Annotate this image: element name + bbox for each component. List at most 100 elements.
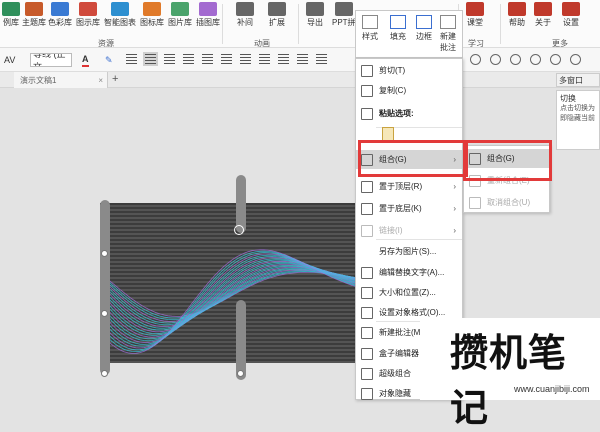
menu-item-label: 超级组合	[379, 369, 411, 378]
ribbon-button[interactable]: 图片库	[168, 2, 192, 28]
circle-tool-icon[interactable]	[550, 54, 561, 65]
alt-text-icon	[361, 266, 373, 279]
watermark-logo: 攒机笔记	[450, 331, 568, 430]
multi-window-button[interactable]: 多窗口	[556, 73, 600, 87]
ribbon-icon	[268, 2, 286, 16]
ribbon-button-label: 例库	[3, 18, 19, 27]
menu-item[interactable]: 剪切(T)	[356, 61, 462, 80]
close-icon[interactable]: ×	[98, 76, 103, 85]
menu-item[interactable]: 复制(C)	[356, 81, 462, 100]
menu-item-label: 复制(C)	[379, 86, 407, 95]
ribbon-icon	[111, 2, 129, 16]
ribbon-button[interactable]: PPT拼	[332, 2, 356, 28]
ribbon-button[interactable]: 例库	[2, 2, 20, 28]
numbering-icon[interactable]	[240, 54, 251, 64]
ribbon-icon	[171, 2, 189, 16]
annotation-box	[358, 140, 468, 177]
menu-item-label: 大小和位置(Z)...	[379, 288, 436, 297]
menu-item[interactable]: 另存为图片(S)...	[356, 242, 462, 261]
ribbon-button[interactable]: 设置	[562, 2, 580, 28]
ribbon-button[interactable]: 图标库	[140, 2, 164, 28]
chevron-right-icon: ›	[453, 182, 456, 191]
font-name-select[interactable]: 等线 (正文	[30, 53, 72, 67]
align-center-icon[interactable]	[143, 52, 158, 66]
menu-item[interactable]: 编辑替换文字(A)...	[356, 263, 462, 282]
highlight-color-button[interactable]: ✎	[105, 53, 113, 67]
ribbon-button-label: 智能图表	[104, 18, 136, 27]
ribbon-button-label: 图片库	[168, 18, 192, 27]
circle-tool-icon[interactable]	[490, 54, 501, 65]
justify-icon[interactable]	[183, 54, 194, 64]
resize-handle[interactable]	[237, 370, 244, 377]
menu-item-label: 链接(I)	[379, 226, 403, 235]
ribbon-icon	[508, 2, 526, 16]
resize-handle[interactable]	[101, 370, 108, 377]
menu-item-label: 置于底层(K)	[379, 204, 422, 213]
group-separator	[298, 4, 299, 44]
ribbon-icon	[51, 2, 69, 16]
outdent-icon[interactable]	[278, 54, 289, 64]
tab-document[interactable]: 演示文稿1 ×	[14, 72, 108, 88]
ribbon-button[interactable]: 帮助	[508, 2, 526, 28]
menu-item[interactable]: 大小和位置(Z)...	[356, 283, 462, 302]
circle-tool-icon[interactable]	[510, 54, 521, 65]
circle-tool-icon[interactable]	[570, 54, 581, 65]
ribbon-button[interactable]: 课堂	[466, 2, 484, 28]
hide-icon	[361, 387, 373, 400]
ribbon-button-label: 补间	[237, 18, 253, 27]
resize-handle[interactable]	[101, 250, 108, 257]
align-left-icon[interactable]	[126, 54, 137, 64]
ribbon-button-label: 主题库	[22, 18, 46, 27]
link-icon	[361, 224, 373, 237]
paste-keep-format-icon[interactable]	[382, 127, 394, 141]
distribute-icon[interactable]	[202, 54, 213, 64]
submenu-item: 取消组合(U)	[464, 193, 549, 212]
menu-item-label: 盒子编辑器	[379, 349, 419, 358]
comment-icon	[440, 15, 456, 29]
ribbon-button[interactable]: 补间	[236, 2, 254, 28]
menu-item[interactable]: 置于顶层(R) ›	[356, 177, 462, 196]
ribbon-button[interactable]: 色彩库	[48, 2, 72, 28]
align-right-icon[interactable]	[164, 54, 175, 64]
bring-front-icon	[361, 180, 373, 193]
multi-window-label: 多窗口	[559, 75, 583, 85]
border-button[interactable]: 边框	[416, 15, 432, 42]
ribbon-button[interactable]: 关于	[534, 2, 552, 28]
ribbon-button[interactable]: 导出	[306, 2, 324, 28]
left-vertical-bar	[100, 200, 110, 375]
circle-tool-icon[interactable]	[530, 54, 541, 65]
group-icon	[469, 196, 481, 209]
ribbon-icon	[143, 2, 161, 16]
line-spacing-icon[interactable]	[297, 54, 308, 64]
menu-separator	[376, 239, 462, 240]
box-icon	[361, 347, 373, 360]
ribbon-button-label: 课堂	[467, 18, 483, 27]
menu-item[interactable]: 粘贴选项:	[356, 104, 462, 123]
menu-item-label: 编辑替换文字(A)...	[379, 268, 445, 277]
resize-handle[interactable]	[101, 310, 108, 317]
circle-tool-icon[interactable]	[470, 54, 481, 65]
ribbon-button[interactable]: 主题库	[22, 2, 46, 28]
watermark: 攒机笔记 www.cuanjibiji.com	[420, 318, 600, 430]
menu-item-label: 新建批注(M)	[379, 328, 423, 337]
style-button[interactable]: 样式	[362, 15, 378, 42]
ribbon-button-label: PPT拼	[332, 18, 356, 27]
char-spacing-button[interactable]: AV	[4, 53, 15, 67]
watermark-url: www.cuanjibiji.com	[514, 384, 590, 394]
text-direction-icon[interactable]	[316, 54, 327, 64]
tooltip: 切换 点击切换为即隐藏当前	[556, 90, 600, 150]
ribbon-button[interactable]: 插图库	[196, 2, 220, 28]
menu-item: 链接(I) ›	[356, 221, 462, 240]
comment-icon	[361, 326, 373, 339]
fill-button[interactable]: 填充	[390, 15, 406, 42]
bullets-icon[interactable]	[221, 54, 232, 64]
new-tab-button[interactable]: +	[112, 73, 118, 85]
ribbon-button[interactable]: 扩展	[268, 2, 286, 28]
ribbon-button[interactable]: 智能图表	[104, 2, 136, 28]
ribbon-button[interactable]: 图示库	[76, 2, 100, 28]
indent-icon[interactable]	[259, 54, 270, 64]
new-comment-button[interactable]: 新建 批注	[440, 15, 456, 53]
menu-item[interactable]: 置于底层(K) ›	[356, 199, 462, 218]
rotate-handle-icon[interactable]	[234, 225, 244, 235]
font-color-button[interactable]: A	[82, 53, 89, 67]
